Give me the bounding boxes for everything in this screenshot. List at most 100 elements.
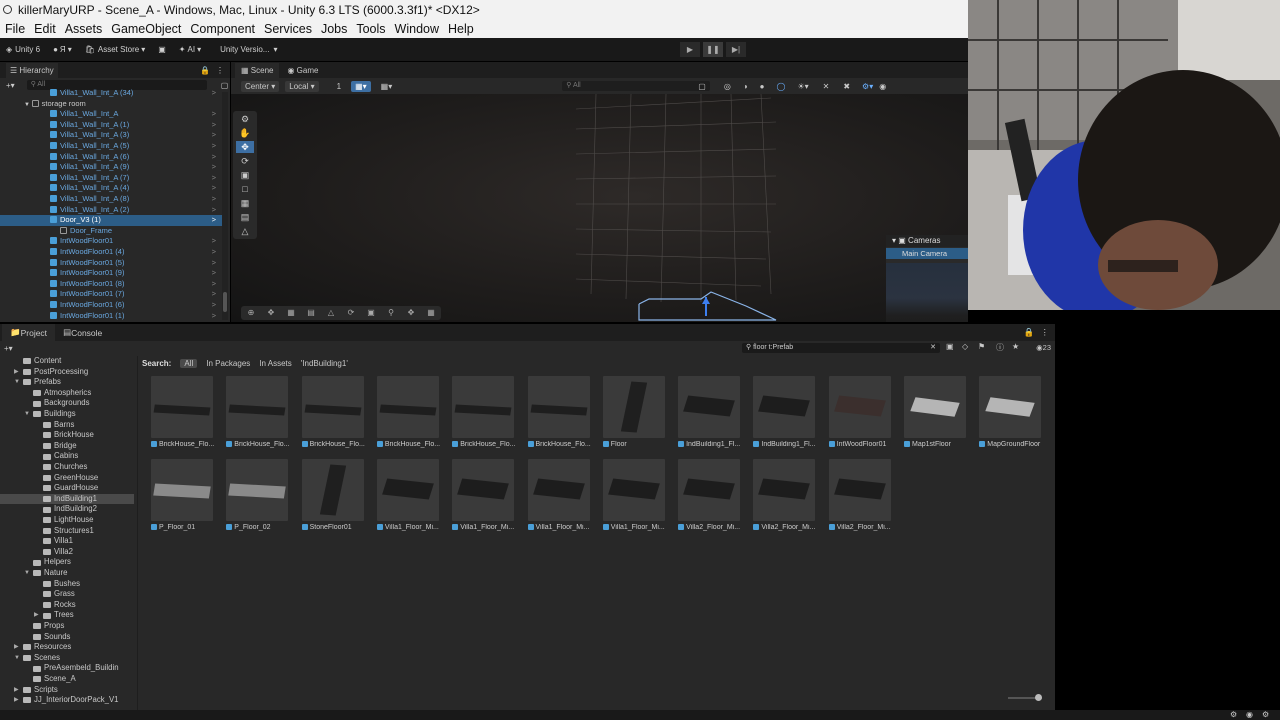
hierarchy-row[interactable]: Villa1_Wall_Int_A (3) > xyxy=(0,130,222,141)
audio-mute-icon[interactable]: ✕ xyxy=(823,82,830,91)
step-button[interactable]: ▶| xyxy=(726,42,746,57)
open-prefab-icon[interactable]: > xyxy=(212,109,216,120)
asset-tile[interactable]: IndBuilding1_Fl... xyxy=(678,376,750,456)
asset-tile[interactable]: Villa1_Floor_Mi... xyxy=(527,459,600,539)
hierarchy-scrollbar[interactable] xyxy=(222,92,228,320)
tab-game[interactable]: ◉ Game xyxy=(281,63,324,78)
scene-viewport[interactable]: ⚙ ✋ ✥ ⟳ ▣ □ ▦ ▤ △ ⊕ ✥ ▦ ▤ △ ⟳ ▣ ⚲ ✥ ▦ ▾ … xyxy=(231,94,968,322)
asset-tile[interactable]: BrickHouse_Flo... xyxy=(226,376,298,456)
folder-row[interactable]: Churches xyxy=(0,462,87,473)
unity-account-button[interactable]: ◈ Unity 6 xyxy=(6,45,40,54)
rotate-tool-icon[interactable]: ⟳ xyxy=(236,155,254,167)
hierarchy-row[interactable]: Villa1_Wall_Int_A (9) > xyxy=(0,162,222,173)
expand-arrow-icon[interactable]: ▶ xyxy=(14,642,23,653)
snap-toggle[interactable]: ▦▾ xyxy=(377,81,397,92)
status-icon-3[interactable]: ⚙ xyxy=(1262,710,1269,719)
expand-arrow-icon[interactable]: ▶ xyxy=(14,367,23,378)
open-prefab-icon[interactable]: > xyxy=(212,215,216,226)
open-prefab-icon[interactable]: > xyxy=(212,162,216,173)
align-overlay-icon[interactable]: ▤ xyxy=(301,306,321,320)
expand-arrow-icon[interactable]: ▶ xyxy=(14,695,23,706)
folder-row[interactable]: ▶ PostProcessing xyxy=(0,367,88,378)
folder-row[interactable]: Sounds xyxy=(0,632,70,643)
folder-row[interactable]: Villa2 xyxy=(0,547,73,558)
asset-tile[interactable]: Villa2_Floor_Mi... xyxy=(678,459,750,539)
folder-row[interactable]: IndBuilding2 xyxy=(0,504,97,515)
package-manager-button[interactable]: ▣ xyxy=(158,45,166,54)
open-prefab-icon[interactable]: > xyxy=(212,88,216,99)
asset-tile[interactable]: Floor xyxy=(602,376,675,456)
asset-tile[interactable]: Villa1_Floor_Mi... xyxy=(452,459,524,539)
folder-row[interactable]: Bushes xyxy=(0,579,80,590)
hierarchy-row[interactable]: IntWoodFloor01 (1) > xyxy=(0,311,222,322)
open-prefab-icon[interactable]: > xyxy=(212,258,216,269)
hierarchy-row[interactable]: ▼ storage room xyxy=(0,99,222,110)
asset-tile[interactable]: BrickHouse_Flo... xyxy=(452,376,524,456)
draw-mode-icon[interactable]: ◑ xyxy=(743,82,748,91)
clear-search-icon[interactable]: ✕ xyxy=(930,343,936,353)
hierarchy-row[interactable]: Door_Frame xyxy=(0,226,222,237)
expand-arrow-icon[interactable]: ▶ xyxy=(34,610,43,621)
asset-tile[interactable]: Villa1_Floor_Mi... xyxy=(602,459,675,539)
open-prefab-icon[interactable]: > xyxy=(212,141,216,152)
lock-icon[interactable]: 🔒 xyxy=(200,66,210,75)
scope-all-button[interactable]: All xyxy=(180,358,198,368)
orientation-icon[interactable]: ◉ xyxy=(879,82,886,91)
asset-tile[interactable]: Villa1_Floor_Mi... xyxy=(376,459,449,539)
shaded-icon[interactable]: ● xyxy=(760,82,765,91)
folder-row[interactable]: BrickHouse xyxy=(0,430,94,441)
folder-row[interactable]: IndBuilding1 xyxy=(0,493,134,505)
hierarchy-row[interactable]: IntWoodFloor01 (4) > xyxy=(0,247,222,258)
hierarchy-row[interactable]: Villa1_Wall_Int_A (34) > xyxy=(0,88,222,99)
slider-handle[interactable] xyxy=(1035,694,1042,701)
version-control-button[interactable]: Unity Versio... ▾ xyxy=(220,45,277,54)
grid-toggle[interactable]: ▦▾ xyxy=(351,80,371,92)
menu-services[interactable]: Services xyxy=(264,22,312,36)
filter-tag-icon[interactable]: ⚑ xyxy=(978,342,985,351)
folder-row[interactable]: GreenHouse xyxy=(0,473,98,484)
expand-arrow-icon[interactable]: ▼ xyxy=(24,102,32,108)
transform-tool-icon[interactable]: ▦ xyxy=(236,197,254,209)
folder-row[interactable]: Bridge xyxy=(0,441,77,452)
pivot-dropdown[interactable]: Center ▾ xyxy=(241,80,280,92)
expand-arrow-icon[interactable]: ▼ xyxy=(14,653,23,664)
tool-settings-icon[interactable]: ⚙ xyxy=(236,113,254,125)
hierarchy-row[interactable]: IntWoodFloor01 (8) > xyxy=(0,279,222,290)
scope-assets-button[interactable]: In Assets xyxy=(259,359,291,368)
folder-row[interactable]: LightHouse xyxy=(0,515,93,526)
hierarchy-row[interactable]: Villa1_Wall_Int_A (6) > xyxy=(0,152,222,163)
hand-tool-icon[interactable]: ✋ xyxy=(236,127,254,139)
open-prefab-icon[interactable]: > xyxy=(212,183,216,194)
folder-row[interactable]: PreAsembeld_Buildin xyxy=(0,663,119,674)
open-prefab-icon[interactable]: > xyxy=(212,152,216,163)
status-icon-2[interactable]: ◉ xyxy=(1246,710,1253,719)
camera-settings-icon[interactable]: ✖ xyxy=(843,82,850,91)
menu-tools[interactable]: Tools xyxy=(356,22,385,36)
open-prefab-icon[interactable]: > xyxy=(212,236,216,247)
snap-overlay-icon[interactable]: ⊕ xyxy=(241,306,261,320)
favorite-star-icon[interactable]: ★ xyxy=(1012,342,1019,351)
info-icon[interactable]: ⓘ xyxy=(996,342,1004,353)
grid-overlay-icon[interactable]: ▦ xyxy=(281,306,301,320)
folder-row[interactable]: Props xyxy=(0,621,64,632)
kebab-menu-icon[interactable]: ⋮ xyxy=(1041,327,1050,338)
move-tool-icon[interactable]: ✥ xyxy=(236,141,254,153)
tab-project[interactable]: 📁 Project xyxy=(2,324,56,341)
scope-packages-button[interactable]: In Packages xyxy=(206,359,250,368)
hierarchy-row[interactable]: IntWoodFloor01 (7) > xyxy=(0,289,222,300)
expand-arrow-icon[interactable]: ▼ xyxy=(24,409,33,420)
hierarchy-row[interactable]: Door_V3 (1) > xyxy=(0,215,222,226)
pause-button[interactable]: ❚❚ xyxy=(703,42,723,57)
open-prefab-icon[interactable]: > xyxy=(212,268,216,279)
folder-row[interactable]: ▼ Prefabs xyxy=(0,377,61,388)
hierarchy-row[interactable]: IntWoodFloor01 (9) > xyxy=(0,268,222,279)
scale-tool-icon[interactable]: ▣ xyxy=(236,169,254,181)
probuilder-tool-icon[interactable]: △ xyxy=(236,225,254,237)
folder-row[interactable]: GuardHouse xyxy=(0,483,98,494)
folder-row[interactable]: Scene_A xyxy=(0,674,76,685)
open-prefab-icon[interactable]: > xyxy=(212,120,216,131)
folder-row[interactable]: Cabins xyxy=(0,451,78,462)
expand-arrow-icon[interactable]: ▼ xyxy=(24,568,33,579)
hierarchy-row[interactable]: IntWoodFloor01 (5) > xyxy=(0,258,222,269)
hierarchy-row[interactable]: Villa1_Wall_Int_A > xyxy=(0,109,222,120)
